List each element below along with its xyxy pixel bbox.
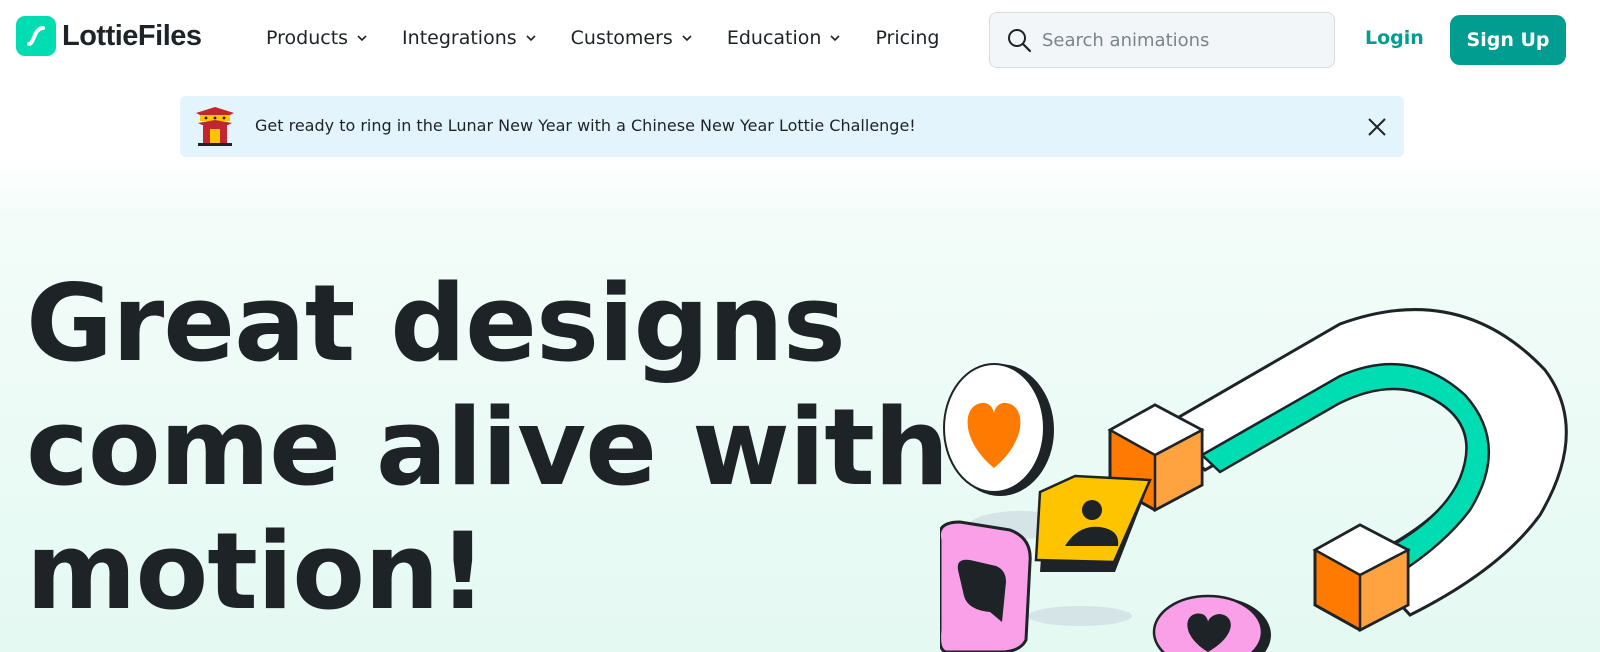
nav-pricing[interactable]: Pricing: [875, 27, 939, 49]
nav-label: Education: [726, 27, 822, 49]
sign-up-button[interactable]: Sign Up: [1450, 15, 1566, 65]
chevron-down-icon: [357, 35, 367, 42]
search-input[interactable]: [1042, 29, 1322, 51]
hero-heading: Great designs come alive with motion!: [26, 262, 949, 634]
chat-bubble-icon: [940, 520, 1032, 652]
nav-label: Customers: [570, 27, 673, 49]
nav-label: Pricing: [875, 27, 940, 49]
heart-bubble-icon: [1152, 594, 1271, 652]
announcement-banner: Get ready to ring in the Lunar New Year …: [180, 96, 1404, 157]
nav-label: Integrations: [402, 27, 517, 49]
nav-integrations[interactable]: Integrations: [402, 27, 537, 49]
nav-label: Products: [266, 27, 349, 49]
close-icon[interactable]: [1366, 116, 1388, 138]
heart-icon: [943, 363, 1054, 496]
hero-line-1: Great designs: [26, 262, 846, 385]
nav-education[interactable]: Education: [727, 27, 842, 49]
hero-line-3: motion!: [26, 510, 487, 633]
login-link[interactable]: Login: [1365, 27, 1424, 49]
hero-line-2: come alive with: [26, 386, 949, 509]
search-icon: [1008, 29, 1032, 53]
chevron-down-icon: [526, 35, 536, 42]
logo[interactable]: LottieFiles: [16, 16, 202, 56]
search-box[interactable]: [989, 12, 1335, 68]
hero-illustration: [940, 308, 1568, 652]
main-nav: Products Integrations Customers Educatio…: [266, 27, 973, 49]
banner-text: Get ready to ring in the Lunar New Year …: [255, 116, 916, 135]
user-icon: [1034, 474, 1152, 572]
nav-products[interactable]: Products: [266, 27, 368, 49]
chinese-temple-icon: [196, 107, 234, 146]
logo-text: LottieFiles: [62, 19, 202, 52]
chevron-down-icon: [682, 35, 692, 42]
nav-customers[interactable]: Customers: [571, 27, 693, 49]
site-header: LottieFiles Products Integrations Custom…: [0, 0, 1600, 82]
shadow-shape: [1028, 606, 1132, 626]
magnet-icon: [1107, 308, 1568, 633]
lottiefiles-logo-icon: [16, 16, 56, 56]
chevron-down-icon: [830, 35, 841, 42]
